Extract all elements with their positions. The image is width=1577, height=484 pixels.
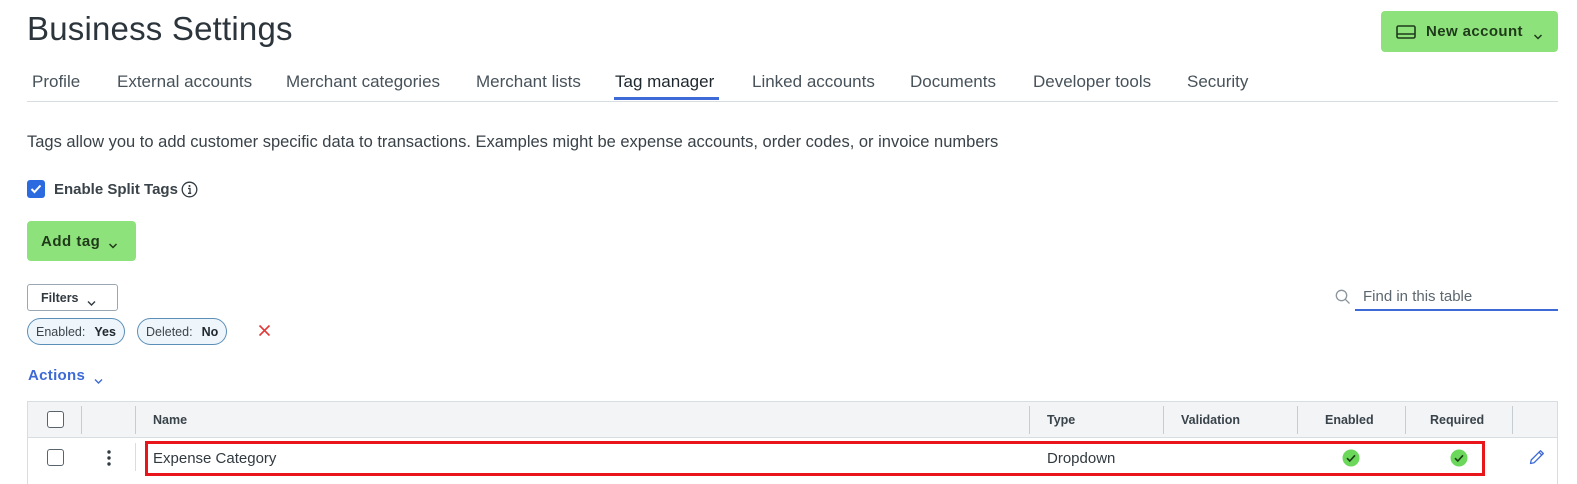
column-divider [1163,406,1164,434]
actions-label: Actions [28,367,86,384]
column-header-name[interactable]: Name [153,413,187,427]
chevron-down-icon [87,294,96,306]
tag-type-cell: Dropdown [1047,450,1116,467]
filter-chip-deleted[interactable]: Deleted: No [137,318,228,345]
tab-merchant-lists[interactable]: Merchant lists [476,72,581,92]
table-header: Name Type Validation Enabled Required [28,402,1557,438]
split-tags-row: Enable Split Tags [27,179,198,199]
active-tab-indicator [614,97,719,100]
check-circle-icon [1450,449,1468,467]
tab-security[interactable]: Security [1187,72,1248,92]
search-icon [1335,289,1351,305]
chevron-down-icon [108,237,118,249]
split-tags-label: Enable Split Tags [54,180,178,198]
info-icon[interactable] [181,181,198,198]
table-search [1335,283,1558,311]
column-divider [135,406,136,434]
row-select-checkbox[interactable] [47,449,64,466]
tab-external-accounts[interactable]: External accounts [117,72,252,92]
tab-developer-tools[interactable]: Developer tools [1033,72,1151,92]
column-divider [1297,406,1298,434]
column-divider [81,406,82,434]
tab-merchant-categories[interactable]: Merchant categories [286,72,440,92]
filters-label: Filters [41,290,79,305]
tags-description: Tags allow you to add customer specific … [27,133,999,151]
actions-dropdown[interactable]: Actions [28,367,103,384]
tab-tag-manager[interactable]: Tag manager [615,72,714,92]
column-header-type[interactable]: Type [1047,413,1075,427]
card-icon [1396,24,1416,39]
select-all-checkbox[interactable] [47,411,64,428]
tags-table: Name Type Validation Enabled Required Ex… [27,401,1558,484]
tab-linked-accounts[interactable]: Linked accounts [752,72,875,92]
page-title: Business Settings [27,10,293,47]
add-tag-button[interactable]: Add tag [27,221,136,261]
kebab-menu-icon[interactable] [102,448,116,468]
row-divider [135,443,136,471]
check-circle-icon [1342,449,1360,467]
new-account-label: New account [1426,23,1523,40]
checkmark-icon [30,184,42,194]
tab-documents[interactable]: Documents [910,72,996,92]
column-header-enabled[interactable]: Enabled [1325,413,1374,427]
pencil-icon[interactable] [1528,448,1546,466]
new-account-button[interactable]: New account [1381,11,1558,52]
column-divider [1512,406,1513,434]
settings-tabs: Profile External accounts Merchant categ… [27,60,1558,102]
filter-chip-value: No [201,324,219,339]
filter-chip-enabled[interactable]: Enabled: Yes [27,318,125,345]
chevron-down-icon [94,372,103,384]
column-divider [1029,406,1030,434]
filter-chip-key: Deleted: [146,324,193,339]
column-header-validation[interactable]: Validation [1181,413,1240,427]
filters-button[interactable]: Filters [27,284,118,311]
filter-chip-key: Enabled: [36,324,86,339]
clear-filters-icon[interactable] [258,324,271,337]
tab-profile[interactable]: Profile [32,72,80,92]
split-tags-checkbox[interactable] [27,180,45,198]
column-divider [1405,406,1406,434]
tag-name-cell[interactable]: Expense Category [153,450,276,467]
filter-chip-value: Yes [94,324,116,339]
add-tag-label: Add tag [41,232,101,250]
search-input[interactable] [1355,283,1558,311]
chevron-down-icon [1533,28,1543,40]
column-header-required[interactable]: Required [1430,413,1484,427]
